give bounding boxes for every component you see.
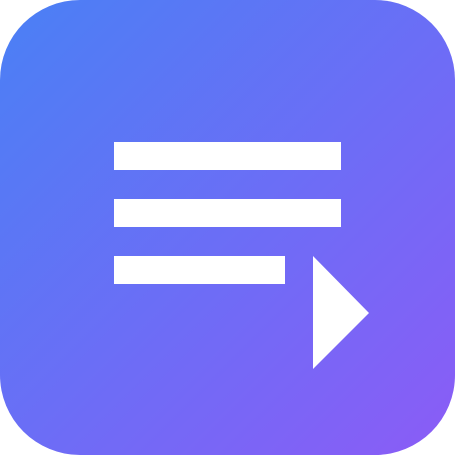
play-triangle-icon bbox=[313, 256, 369, 369]
list-line-1 bbox=[114, 142, 341, 170]
playlist-app-icon[interactable] bbox=[0, 0, 455, 455]
list-line-3 bbox=[114, 256, 285, 284]
playlist-play-icon bbox=[114, 142, 369, 369]
list-line-2 bbox=[114, 199, 341, 227]
